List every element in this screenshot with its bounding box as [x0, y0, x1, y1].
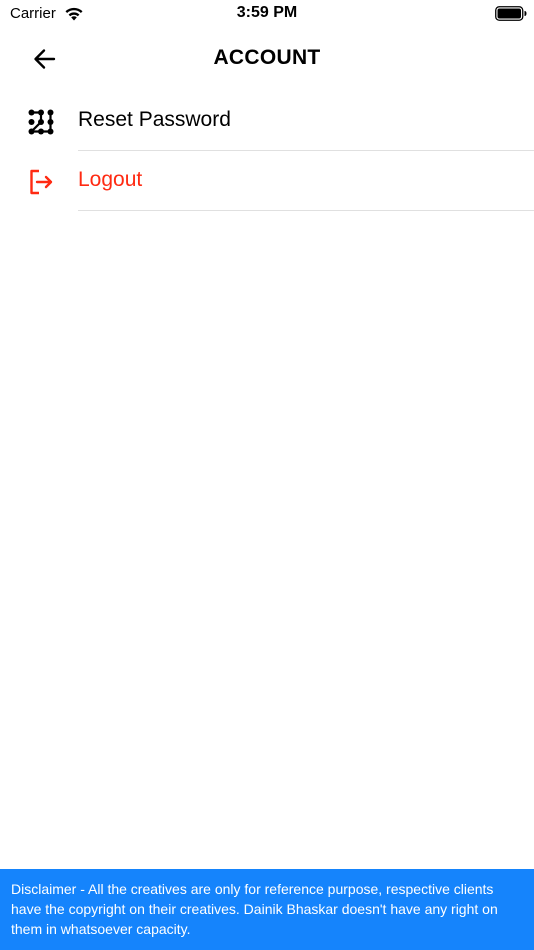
status-bar: Carrier 3:59 PM [0, 0, 534, 28]
logout-icon [30, 169, 53, 195]
pattern-lock-icon [28, 109, 54, 135]
header: ACCOUNT [0, 36, 534, 82]
disclaimer-banner: Disclaimer - All the creatives are only … [0, 869, 534, 950]
menu-item-label: Logout [78, 168, 143, 191]
disclaimer-text: Disclaimer - All the creatives are only … [11, 881, 498, 937]
divider [78, 210, 534, 211]
menu-item-logout[interactable]: Logout [0, 151, 534, 211]
battery-icon [495, 6, 527, 21]
menu-item-reset-password[interactable]: Reset Password [0, 91, 534, 151]
status-time: 3:59 PM [236, 4, 298, 21]
menu-item-label: Reset Password [78, 108, 231, 131]
page-title: ACCOUNT [213, 46, 321, 69]
